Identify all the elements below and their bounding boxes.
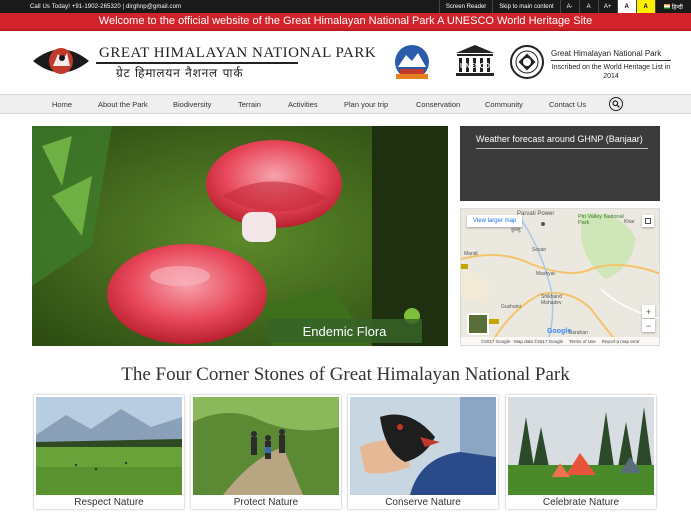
welcome-marquee: Welcome to the official website of the G… bbox=[0, 13, 691, 31]
main-navigation: Home About the Park Biodiversity Terrain… bbox=[0, 94, 691, 114]
world-heritage-icon bbox=[510, 45, 544, 79]
card-label: Conserve Nature bbox=[385, 496, 461, 508]
contrast-white-button[interactable]: A bbox=[616, 0, 636, 13]
font-normal-button[interactable]: A bbox=[578, 0, 598, 13]
map-terms-link[interactable]: Terms of Use bbox=[569, 339, 596, 344]
nav-terrain[interactable]: Terrain bbox=[238, 100, 261, 109]
map-report-link[interactable]: Report a map error bbox=[602, 339, 640, 344]
view-larger-map-link[interactable]: View larger map bbox=[467, 215, 523, 227]
flag-icon bbox=[663, 4, 670, 9]
google-map[interactable]: View larger map Parvati Power Pin Valley… bbox=[460, 208, 660, 346]
card-label: Celebrate Nature bbox=[542, 496, 620, 508]
site-header: GREAT HIMALAYAN NATIONAL PARK ग्रेट हिमा… bbox=[0, 31, 691, 94]
search-icon[interactable] bbox=[609, 97, 623, 111]
map-label-sosan: Sosan bbox=[532, 247, 547, 253]
site-title-hindi: ग्रेट हिमालयन नैशनल पार्क bbox=[116, 66, 244, 80]
nav-about[interactable]: About the Park bbox=[98, 100, 148, 109]
language-label: हिन्दी bbox=[671, 4, 683, 11]
nav-activities[interactable]: Activities bbox=[288, 100, 318, 109]
nav-biodiversity[interactable]: Biodiversity bbox=[173, 100, 211, 109]
celebrate-nature-image bbox=[508, 397, 654, 495]
top-utility-bar: Call Us Today! +91-1902-265320 | dirghnp… bbox=[0, 0, 691, 13]
card-protect-nature[interactable]: Protect Nature bbox=[191, 395, 341, 509]
map-label-pin-valley: Pin Valley National Park bbox=[578, 214, 624, 226]
unesco-title: Great Himalayan National Park bbox=[551, 49, 671, 61]
nav-community[interactable]: Community bbox=[485, 100, 523, 109]
nav-conservation[interactable]: Conservation bbox=[416, 100, 460, 109]
unesco-logo-icon: UNESCO bbox=[456, 45, 494, 76]
nav-plan-trip[interactable]: Plan your trip bbox=[344, 100, 388, 109]
unesco-inscription: Great Himalayan National Park Inscribed … bbox=[551, 49, 671, 81]
unesco-subtitle: Inscribed on the World Heritage List in … bbox=[551, 64, 671, 80]
hero-slider[interactable] bbox=[32, 126, 448, 346]
weather-widget: Weather forecast around GHNP (Banjaar) bbox=[460, 126, 660, 201]
zoom-in-button[interactable]: + bbox=[642, 305, 655, 318]
card-label: Respect Nature bbox=[74, 496, 144, 508]
mushroom-photo bbox=[32, 126, 448, 346]
skip-to-content-link[interactable]: Skip to main content bbox=[492, 0, 559, 13]
corner-stones-heading: The Four Corner Stones of Great Himalaya… bbox=[121, 364, 570, 385]
nav-home[interactable]: Home bbox=[52, 100, 72, 109]
zoom-out-button[interactable]: − bbox=[642, 319, 655, 332]
fullscreen-icon[interactable] bbox=[642, 215, 654, 227]
card-respect-nature[interactable]: Respect Nature bbox=[34, 395, 184, 509]
map-label-gushaini: Gushaini bbox=[501, 304, 521, 310]
satellite-thumbnail[interactable] bbox=[467, 313, 489, 335]
map-label-shikhand: Shikhand Mahadev bbox=[541, 294, 562, 306]
font-decrease-button[interactable]: A- bbox=[559, 0, 579, 13]
respect-nature-image bbox=[36, 397, 182, 495]
ghnp-logo-icon[interactable] bbox=[32, 44, 90, 78]
map-label-mashyar: Mashyar bbox=[536, 271, 556, 277]
card-label: Protect Nature bbox=[233, 496, 299, 508]
screen-reader-link[interactable]: Screen Reader bbox=[438, 0, 492, 13]
map-label-barahan: Barahan bbox=[569, 330, 588, 336]
font-increase-button[interactable]: A+ bbox=[597, 0, 617, 13]
protect-nature-image bbox=[193, 397, 339, 495]
conserve-nature-image bbox=[350, 397, 496, 495]
himachal-emblem-icon bbox=[395, 45, 429, 79]
map-footer: ©2017 Google - Map data ©2017 Google Ter… bbox=[461, 337, 659, 345]
weather-divider bbox=[476, 148, 648, 149]
language-switch[interactable]: हिन्दी bbox=[654, 0, 691, 13]
map-label-kullu: कुल्लु bbox=[511, 227, 521, 233]
map-label-parvati: Parvati Power bbox=[517, 211, 555, 217]
map-copyright: ©2017 Google - Map data ©2017 Google bbox=[481, 338, 564, 344]
svg-text:UNESCO: UNESCO bbox=[460, 63, 491, 70]
google-logo: Google bbox=[547, 328, 572, 335]
site-title[interactable]: GREAT HIMALAYAN NATIONAL PARK bbox=[99, 45, 376, 62]
card-celebrate-nature[interactable]: Celebrate Nature bbox=[506, 395, 656, 509]
contact-info: Call Us Today! +91-1902-265320 | dirghnp… bbox=[30, 3, 182, 10]
map-label-khar: Khar bbox=[624, 219, 635, 225]
weather-title: Weather forecast around GHNP (Banjaar) bbox=[476, 134, 643, 144]
map-tiles bbox=[461, 209, 659, 345]
nav-contact[interactable]: Contact Us bbox=[549, 100, 586, 109]
hero-caption[interactable]: Endemic Flora bbox=[267, 319, 422, 343]
map-label-mandi: Mandi bbox=[464, 251, 478, 257]
card-conserve-nature[interactable]: Conserve Nature bbox=[348, 395, 498, 509]
marquee-text: Welcome to the official website of the G… bbox=[98, 15, 593, 27]
contrast-yellow-button[interactable]: A bbox=[635, 0, 655, 13]
